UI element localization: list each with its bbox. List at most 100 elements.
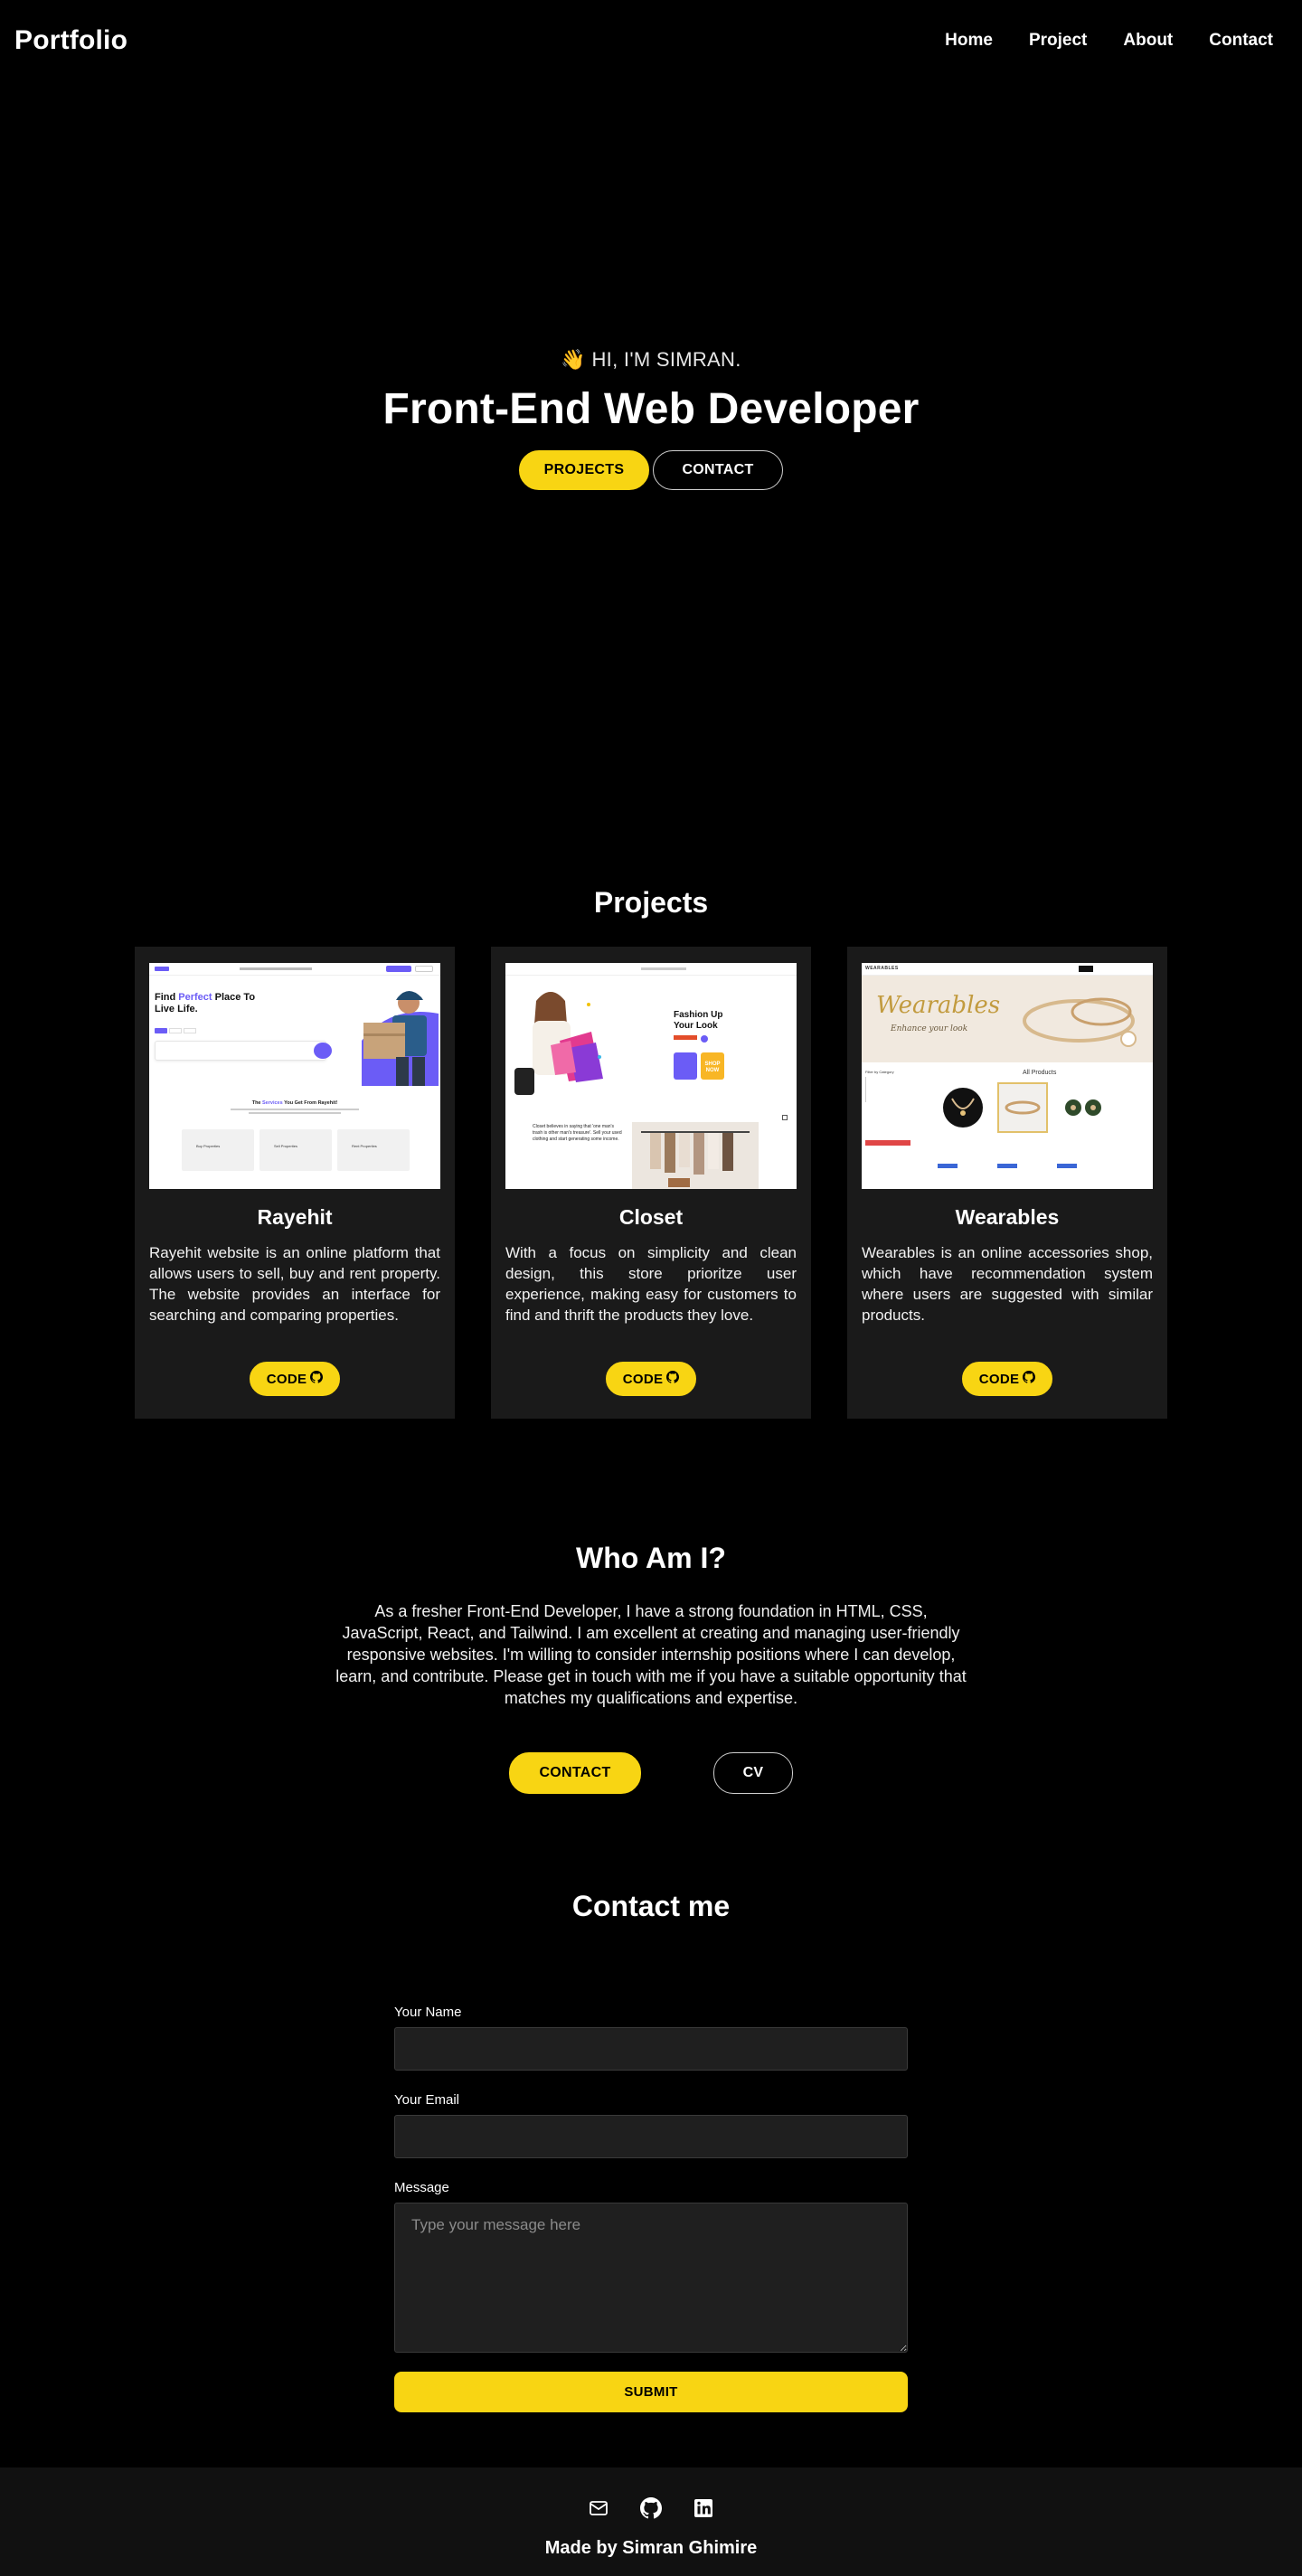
about-title: Who Am I? [576, 1542, 726, 1574]
submit-button[interactable]: SUBMIT [394, 2372, 908, 2412]
thumb-button [386, 966, 411, 972]
thumb-button [1079, 966, 1093, 972]
nav-link-project[interactable]: Project [1029, 31, 1087, 51]
waving-hand-icon: 👋 [561, 348, 587, 371]
thumb-add-button [997, 1164, 1017, 1168]
about-contact-button[interactable]: CONTACT [509, 1752, 641, 1794]
github-icon[interactable] [639, 2496, 663, 2520]
code-button-label: CODE [266, 1371, 307, 1387]
projects-section: Projects Find Perfect Place To Live Life… [0, 886, 1302, 1419]
thumb-delivery-person [344, 977, 439, 1086]
cv-button[interactable]: CV [713, 1752, 793, 1794]
code-button-label: CODE [622, 1371, 664, 1387]
name-label: Your Name [394, 2005, 462, 2020]
name-field[interactable] [394, 2027, 908, 2071]
thumb-navbar [862, 963, 1153, 976]
github-icon [310, 1371, 324, 1387]
contact-form: Your Name Your Email Message SUBMIT [394, 2005, 908, 2412]
message-label: Message [394, 2180, 449, 2195]
thumb-banner-title: Wearables [876, 992, 1001, 1019]
project-description: Wearables is an online accessories shop,… [862, 1244, 1153, 1324]
project-cards: Find Perfect Place To Live Life. The Ser… [0, 947, 1302, 1419]
thumb-headline: Fashion Up Your Look [674, 1010, 723, 1031]
project-name: Wearables [955, 1205, 1060, 1229]
mail-icon[interactable] [587, 2496, 610, 2520]
project-card-wearables: WEARABLES Wearables Enhance your look Fi… [847, 947, 1167, 1419]
hero-greeting-text: HI, I'M SIMRAN. [591, 348, 741, 371]
nav-link-about[interactable]: About [1123, 31, 1173, 51]
thumb-tab [155, 1028, 167, 1033]
wearables-screenshot: WEARABLES Wearables Enhance your look Fi… [862, 963, 1153, 1189]
about-text: As a fresher Front-End Developer, I have… [335, 1602, 967, 1707]
code-button[interactable]: CODE [250, 1362, 340, 1396]
thumb-filter-button [865, 1140, 910, 1146]
thumb-service-card: Rent Properties [337, 1129, 410, 1171]
thumb-menu [240, 967, 312, 970]
thumb-shopper-photo [505, 977, 614, 1113]
thumb-tab [169, 1028, 182, 1033]
project-card-closet: Fashion Up Your Look SHOP NOW Closet bel… [491, 947, 811, 1419]
hero-contact-button[interactable]: CONTACT [653, 450, 783, 490]
thumb-add-button [1057, 1164, 1077, 1168]
message-field[interactable] [394, 2203, 908, 2353]
closet-screenshot: Fashion Up Your Look SHOP NOW Closet bel… [505, 963, 797, 1189]
footer-credit: Made by Simran Ghimire [544, 2538, 758, 2558]
thumb-shop-now: SHOP NOW [701, 1052, 724, 1080]
hero-title: Front-End Web Developer [382, 385, 920, 433]
linkedin-icon[interactable] [692, 2496, 715, 2520]
thumb-product-necklace [938, 1082, 988, 1133]
github-icon [1023, 1371, 1036, 1387]
project-card-rayehit: Find Perfect Place To Live Life. The Ser… [135, 947, 455, 1419]
thumb-rack-photo [632, 1122, 759, 1189]
contact-section: Contact me Your Name Your Email Message … [0, 1890, 1302, 2412]
thumb-product-bracelet [997, 1082, 1048, 1133]
nav-link-contact[interactable]: Contact [1209, 31, 1273, 51]
contact-title: Contact me [571, 1890, 731, 1922]
nav-link-home[interactable]: Home [945, 31, 993, 51]
thumb-add-button [938, 1164, 958, 1168]
thumb-subheading: The Services You Get From Rayehit! [251, 1100, 338, 1106]
project-name: Rayehit [257, 1205, 333, 1229]
projects-title: Projects [593, 886, 709, 919]
thumb-about-text: Closet believes in saying that 'one man'… [533, 1124, 622, 1142]
thumb-button [415, 966, 433, 972]
about-section: Who Am I? As a fresher Front-End Develop… [0, 1542, 1302, 1794]
social-links [0, 2496, 1302, 2520]
thumb-service-card: Buy Properties [182, 1129, 254, 1171]
thumb-filter: Filter by Category [865, 1070, 907, 1135]
site-logo[interactable]: Portfolio [14, 25, 127, 56]
thumb-product-earrings [1057, 1082, 1108, 1133]
email-label: Your Email [394, 2092, 459, 2108]
thumb-logo [155, 967, 169, 971]
hero-section: 👋 HI, I'M SIMRAN. Front-End Web Develope… [0, 348, 1302, 490]
code-button[interactable]: CODE [606, 1362, 696, 1396]
thumb-service-card: Sell Properties [259, 1129, 332, 1171]
thumb-headline: Find Perfect Place To Live Life. [155, 992, 256, 1014]
thumb-tab [184, 1028, 196, 1033]
project-description: With a focus on simplicity and clean des… [505, 1244, 797, 1324]
thumb-icon [782, 1115, 788, 1120]
footer: Made by Simran Ghimire [0, 2467, 1302, 2576]
thumb-menu [641, 967, 686, 970]
thumb-button [674, 1035, 697, 1040]
thumb-avatar [701, 1035, 708, 1043]
email-field[interactable] [394, 2115, 908, 2158]
thumb-tile [674, 1052, 697, 1080]
thumb-brand: WEARABLES [865, 966, 899, 971]
thumb-text-line [231, 1109, 359, 1110]
code-button[interactable]: CODE [962, 1362, 1052, 1396]
about-buttons: CONTACT CV [0, 1752, 1302, 1794]
rayehit-screenshot: Find Perfect Place To Live Life. The Ser… [149, 963, 440, 1189]
hero-buttons: PROJECTS CONTACT [0, 450, 1302, 490]
hero-greeting: 👋 HI, I'M SIMRAN. [0, 348, 1302, 372]
github-icon [666, 1371, 680, 1387]
navbar: Portfolio Home Project About Contact [0, 0, 1302, 81]
project-name: Closet [618, 1205, 684, 1229]
code-button-label: CODE [978, 1371, 1020, 1387]
nav-links: Home Project About Contact [909, 31, 1273, 51]
thumb-products-title: All Products [1023, 1070, 1057, 1076]
projects-button[interactable]: PROJECTS [519, 450, 649, 490]
project-description: Rayehit website is an online platform th… [149, 1244, 440, 1324]
thumb-banner-sub: Enhance your look [891, 1024, 968, 1033]
thumb-text-line [249, 1112, 341, 1114]
